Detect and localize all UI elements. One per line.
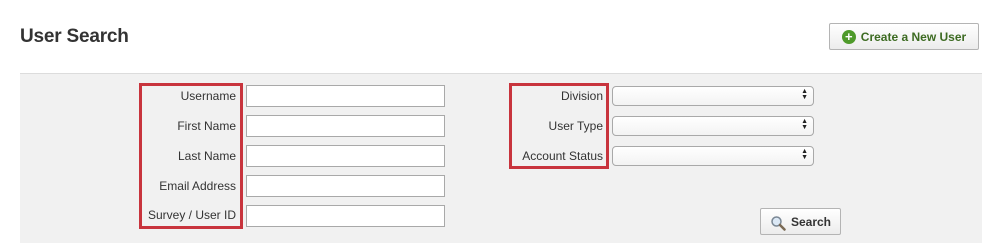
user-type-select[interactable]: ▲ ▼ xyxy=(612,116,814,136)
user-type-label: User Type xyxy=(548,119,603,133)
division-label: Division xyxy=(560,89,603,103)
plus-circle-icon: + xyxy=(841,30,856,44)
select-arrows-icon: ▲ ▼ xyxy=(801,148,808,161)
last-name-input[interactable] xyxy=(246,145,445,167)
first-name-input[interactable] xyxy=(246,115,445,137)
page-title: User Search xyxy=(20,26,129,47)
create-new-user-label: Create a New User xyxy=(860,29,967,44)
last-name-label: Last Name xyxy=(177,149,236,163)
create-new-user-button[interactable]: + Create a New User xyxy=(829,23,979,50)
user-search-page: User Search + Create a New User Username… xyxy=(0,0,1003,243)
username-input[interactable] xyxy=(246,85,445,107)
email-address-label: Email Address xyxy=(159,179,236,193)
search-button-label: Search xyxy=(790,214,832,229)
survey-user-id-input[interactable] xyxy=(246,205,445,227)
search-button[interactable]: Search xyxy=(760,208,841,235)
email-address-input[interactable] xyxy=(246,175,445,197)
magnifier-icon xyxy=(771,215,786,231)
select-arrows-icon: ▲ ▼ xyxy=(801,118,808,131)
account-status-select[interactable]: ▲ ▼ xyxy=(612,146,814,166)
survey-user-id-label: Survey / User ID xyxy=(147,208,236,222)
account-status-label: Account Status xyxy=(522,149,603,163)
username-label: Username xyxy=(180,89,236,103)
division-select[interactable]: ▲ ▼ xyxy=(612,86,814,106)
first-name-label: First Name xyxy=(177,119,236,133)
select-arrows-icon: ▲ ▼ xyxy=(801,88,808,101)
